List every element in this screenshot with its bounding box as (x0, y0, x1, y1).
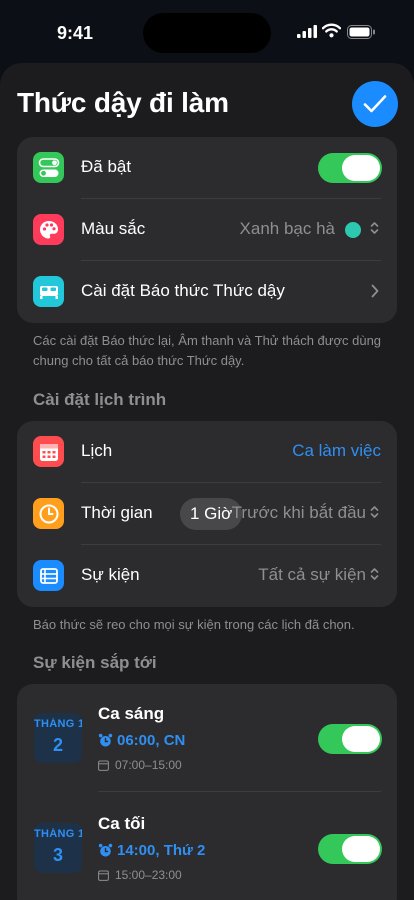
status-bar: 9:41 (0, 0, 414, 64)
enabled-row[interactable]: Đã bật (17, 137, 397, 199)
calendar-label: Lịch (81, 441, 113, 460)
alarm-edit-sheet: Thức dậy đi làm Đã bật Màu sắc Xanh bạc … (0, 63, 414, 900)
alarm-clock-icon (98, 843, 113, 857)
list-item: THÁNG 11 3 Ca tối 14:00, Thứ 2 15:00–23: (17, 792, 397, 900)
alarm-settings-row[interactable]: Cài đặt Báo thức Thức dậy (17, 261, 397, 323)
palette-icon (33, 214, 64, 245)
event-time-span: 15:00–23:00 (115, 868, 182, 882)
chevron-up-down-icon (370, 506, 379, 518)
enabled-label: Đã bật (81, 157, 132, 176)
upcoming-section-title: Sự kiện sắp tới (33, 653, 157, 672)
chevron-right-icon (371, 284, 379, 298)
alarm-options-card: Đã bật Màu sắc Xanh bạc hà Cài đặt Báo t… (17, 137, 397, 323)
calendar-small-icon (98, 870, 109, 881)
enabled-toggle[interactable] (318, 153, 382, 183)
time-relation-value[interactable]: Trước khi bắt đầu (232, 503, 366, 523)
calendar-value[interactable]: Ca làm việc (292, 441, 381, 461)
done-button[interactable] (352, 81, 398, 127)
time-label: Thời gian (81, 503, 153, 522)
bed-icon (33, 276, 64, 307)
color-swatch (345, 222, 361, 238)
event-time-span: 07:00–15:00 (115, 758, 182, 772)
status-time: 9:41 (57, 23, 94, 43)
event-date-badge: THÁNG 11 3 (34, 823, 82, 873)
events-row[interactable]: Sự kiện Tất cả sự kiện (17, 545, 397, 607)
calendar-small-icon (98, 760, 109, 771)
event-day: 2 (52, 735, 63, 755)
color-label: Màu sắc (81, 219, 146, 238)
time-row[interactable]: Thời gian 1 Giờ Trước khi bắt đầu (17, 483, 397, 545)
event-month: THÁNG 11 (34, 828, 82, 840)
battery-icon (347, 25, 375, 39)
wifi-icon (322, 23, 341, 38)
cellular-signal-icon (297, 25, 317, 38)
event-toggle[interactable] (318, 834, 382, 864)
schedule-card: Lịch Ca làm việc Thời gian 1 Giờ Trước k… (17, 421, 397, 607)
alarm-settings-label: Cài đặt Báo thức Thức dậy (81, 281, 285, 300)
alarm-clock-icon (98, 733, 113, 747)
list-item: THÁNG 11 2 Ca sáng 06:00, CN 07:00–15:00 (17, 684, 397, 792)
list-icon (33, 560, 64, 591)
schedule-note: Báo thức sẽ reo cho mọi sự kiện trong cá… (33, 617, 355, 632)
events-label: Sự kiện (81, 565, 140, 584)
event-day: 3 (52, 845, 63, 865)
event-month: THÁNG 11 (34, 718, 82, 730)
color-value: Xanh bạc hà (239, 219, 335, 238)
page-title: Thức dậy đi làm (17, 87, 229, 118)
upcoming-events-card: THÁNG 11 2 Ca sáng 06:00, CN 07:00–15:00 (17, 684, 397, 900)
chevron-up-down-icon (370, 568, 379, 580)
event-alarm-time: 06:00, CN (117, 732, 186, 749)
event-date-badge: THÁNG 11 2 (34, 713, 82, 763)
toggle-icon (33, 152, 64, 183)
calendar-icon (33, 436, 64, 467)
event-alarm-time: 14:00, Thứ 2 (117, 842, 206, 859)
dynamic-island (143, 13, 271, 53)
event-title: Ca sáng (98, 704, 165, 723)
event-toggle[interactable] (318, 724, 382, 754)
clock-icon (33, 498, 64, 529)
color-row[interactable]: Màu sắc Xanh bạc hà (17, 199, 397, 261)
chevron-up-down-icon (370, 222, 379, 234)
checkmark-icon (363, 95, 387, 113)
calendar-row[interactable]: Lịch Ca làm việc (17, 421, 397, 483)
shared-settings-note: Các cài đặt Báo thức lại, Âm thanh và Th… (33, 333, 382, 368)
event-title: Ca tối (98, 814, 146, 833)
schedule-section-title: Cài đặt lịch trình (33, 390, 167, 409)
events-value[interactable]: Tất cả sự kiện (258, 565, 366, 585)
